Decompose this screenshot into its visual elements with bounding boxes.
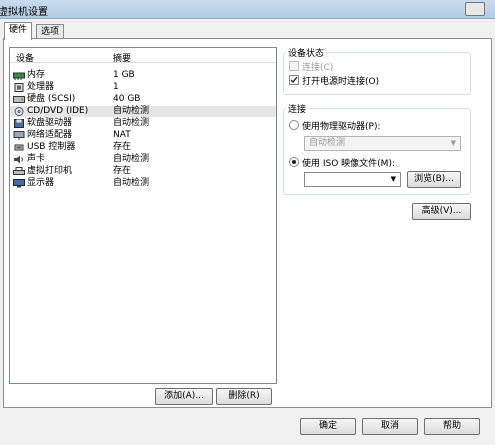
device-name: USB 控制器 (27, 142, 76, 152)
physical-drive-select[interactable]: 自动检测 ▼ (304, 136, 461, 151)
device-summary: 40 GB (113, 94, 141, 104)
cancel-button[interactable]: 取消 (362, 418, 418, 435)
device-name: 显示器 (27, 178, 55, 188)
chevron-down-icon: ▼ (390, 175, 396, 183)
advanced-button[interactable]: 高级(V)... (412, 203, 471, 220)
device-name: 软盘驱动器 (27, 118, 73, 128)
device-summary: 1 GB (113, 70, 135, 80)
help-button[interactable]: 帮助 (424, 418, 480, 435)
printer-icon (13, 167, 25, 175)
list-item[interactable]: 虚拟打印机 存在 (10, 166, 276, 177)
checkmark-icon (290, 76, 298, 84)
connect-on-power-label: 打开电源时连接(O) (302, 77, 380, 87)
device-name: 处理器 (27, 82, 55, 92)
list-item[interactable]: 显示器 自动检测 (10, 178, 276, 189)
iso-image-label: 使用 ISO 映像文件(M): (302, 159, 395, 169)
list-item[interactable]: 处理器 1 (10, 82, 276, 93)
list-header: 设备 摘要 (10, 48, 276, 64)
device-summary: 存在 (113, 166, 132, 176)
column-summary[interactable]: 摘要 (113, 51, 131, 64)
device-name: 虚拟打印机 (27, 166, 73, 176)
iso-path-combobox[interactable]: ▼ (304, 172, 401, 187)
device-summary: 自动检测 (113, 118, 150, 128)
radio-dot-icon (292, 160, 296, 164)
device-summary: 存在 (113, 142, 132, 152)
display-icon (13, 179, 25, 188)
usb-controller-icon (14, 144, 24, 151)
processor-icon (14, 83, 24, 92)
sound-card-icon (14, 155, 23, 164)
hardware-list[interactable]: 设备 摘要 内存 1 GB 处理器 1 硬盘 (SCSI) 40 GB CD/D… (9, 47, 277, 384)
device-summary: 自动检测 (113, 178, 150, 188)
list-item[interactable]: 软盘驱动器 自动检测 (10, 118, 276, 129)
connect-on-power-checkbox[interactable] (289, 75, 299, 85)
physical-drive-value: 自动检测 (309, 138, 346, 148)
list-item[interactable]: USB 控制器 存在 (10, 142, 276, 153)
list-item[interactable]: 网络适配器 NAT (10, 130, 276, 141)
window-title: 虚拟机设置 (0, 7, 48, 18)
list-item[interactable]: 声卡 自动检测 (10, 154, 276, 165)
device-summary: 自动检测 (113, 106, 150, 116)
window-control-icon[interactable] (465, 2, 485, 16)
tab-options[interactable]: 选项 (36, 24, 65, 39)
remove-button[interactable]: 删除(R) (216, 388, 272, 405)
device-summary: 1 (113, 82, 119, 92)
device-summary: NAT (113, 130, 131, 140)
cd-dvd-icon (14, 107, 24, 116)
tab-options-label: 选项 (41, 27, 60, 37)
device-summary: 自动检测 (113, 154, 150, 164)
browse-button[interactable]: 浏览(B)... (407, 171, 461, 188)
floppy-icon (14, 119, 24, 128)
network-adapter-icon (13, 131, 25, 140)
device-name: 硬盘 (SCSI) (27, 94, 76, 104)
ok-button[interactable]: 确定 (300, 418, 356, 435)
device-name: 声卡 (27, 154, 46, 164)
physical-drive-label: 使用物理驱动器(P): (302, 122, 381, 132)
chevron-down-icon: ▼ (450, 139, 456, 147)
device-status-label: 设备状态 (286, 46, 327, 59)
tab-hardware-label: 硬件 (9, 25, 28, 35)
connection-label: 连接 (286, 102, 309, 115)
tab-hardware[interactable]: 硬件 (4, 22, 33, 40)
title-bar[interactable]: 虚拟机设置 (0, 0, 495, 19)
device-name: CD/DVD (IDE) (27, 106, 89, 116)
physical-drive-radio[interactable] (289, 120, 299, 130)
hard-disk-icon (13, 96, 25, 103)
device-name: 内存 (27, 70, 46, 80)
device-name: 网络适配器 (27, 130, 73, 140)
column-device[interactable]: 设备 (16, 51, 34, 64)
connected-label: 连接(C) (302, 63, 334, 73)
list-item[interactable]: 硬盘 (SCSI) 40 GB (10, 94, 276, 105)
add-button[interactable]: 添加(A)... (155, 388, 213, 405)
memory-icon (13, 72, 25, 80)
list-item[interactable]: 内存 1 GB (10, 70, 276, 81)
connected-checkbox[interactable] (289, 61, 299, 71)
iso-image-radio[interactable] (289, 157, 299, 167)
list-item[interactable]: CD/DVD (IDE) 自动检测 (10, 106, 276, 117)
